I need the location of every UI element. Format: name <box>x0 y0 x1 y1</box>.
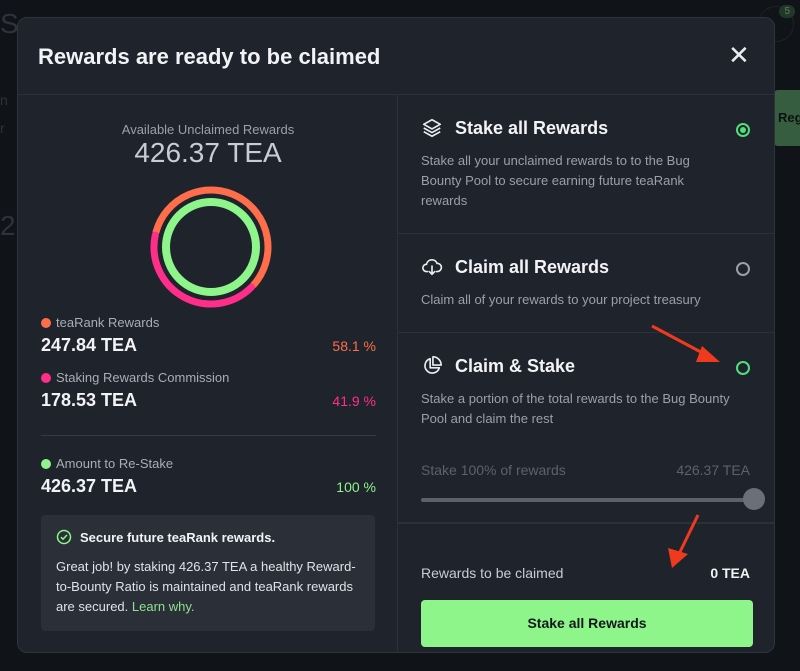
available-rewards-label: Available Unclaimed Rewards <box>121 122 295 137</box>
modal-title: Rewards are ready to be claimed <box>38 44 381 69</box>
info-body: Great job! by staking 426.37 TEA a healt… <box>56 559 356 614</box>
tearank-dot <box>41 317 51 328</box>
stake-all-rewards-button[interactable]: Stake all Rewards <box>421 600 753 647</box>
close-icon[interactable]: ✕ <box>728 42 750 68</box>
stat-percent: 41.9 % <box>332 393 376 409</box>
rewards-to-claim-label: Rewards to be claimed <box>421 565 564 581</box>
info-callout: Secure future teaRank rewards. Great job… <box>41 515 375 631</box>
pie-chart-icon <box>424 356 442 374</box>
info-text: Great job! by staking 426.37 TEA a healt… <box>56 557 360 617</box>
cloud-download-icon <box>422 258 443 276</box>
option-title: Claim all Rewards <box>455 256 610 277</box>
stat-restake: Amount to Re-Stake 426.37 TEA 100 % <box>41 456 376 497</box>
stake-slider-track[interactable] <box>421 498 754 502</box>
stat-value: 426.37 TEA <box>41 476 138 496</box>
annotation-arrow-icon <box>668 514 700 568</box>
footer-divider <box>398 523 774 524</box>
stake-all-radio[interactable] <box>736 123 750 137</box>
option-title: Claim & Stake <box>455 355 576 376</box>
check-circle-icon <box>56 529 72 545</box>
restake-ring <box>162 198 260 296</box>
option-description: Stake a portion of the total rewards to … <box>421 391 730 426</box>
claim-and-stake-radio[interactable] <box>736 361 750 375</box>
rewards-to-claim-value: 0 TEA <box>710 565 750 581</box>
stat-value: 178.53 TEA <box>41 390 138 410</box>
stat-percent: 58.1 % <box>332 338 376 354</box>
claim-all-radio[interactable] <box>736 262 750 276</box>
learn-why-link[interactable]: Learn why. <box>132 599 195 614</box>
stake-slider-thumb[interactable] <box>743 488 765 510</box>
reward-options-panel: Stake all Rewards Stake all your unclaim… <box>398 95 774 652</box>
slider-label: Stake 100% of rewards <box>421 462 566 478</box>
summary-divider <box>41 435 376 436</box>
restake-dot <box>41 458 51 469</box>
stat-label: Amount to Re-Stake <box>56 456 174 471</box>
option-description: Stake all your unclaimed rewards to to t… <box>421 153 690 208</box>
stat-staking-commission: Staking Rewards Commission 178.53 TEA 41… <box>41 370 376 411</box>
stat-label: teaRank Rewards <box>56 315 160 330</box>
available-rewards-value: 426.37 TEA <box>134 137 282 168</box>
option-description: Claim all of your rewards to your projec… <box>421 292 701 307</box>
option-stake-all[interactable]: Stake all Rewards Stake all your unclaim… <box>398 95 774 234</box>
stat-value: 247.84 TEA <box>41 335 138 355</box>
annotation-arrow-icon <box>651 324 720 362</box>
info-title: Secure future teaRank rewards. <box>80 529 276 545</box>
stat-label: Staking Rewards Commission <box>56 370 230 385</box>
slider-value: 426.37 TEA <box>676 462 750 478</box>
stat-percent: 100 % <box>336 479 376 495</box>
rewards-summary-panel: Available Unclaimed Rewards 426.37 TEA t… <box>18 95 398 652</box>
option-title: Stake all Rewards <box>455 117 609 138</box>
stat-tearank: teaRank Rewards 247.84 TEA 58.1 % <box>41 315 376 356</box>
layers-icon <box>422 118 442 138</box>
rewards-donut-chart <box>150 186 272 308</box>
commission-dot <box>41 372 51 383</box>
